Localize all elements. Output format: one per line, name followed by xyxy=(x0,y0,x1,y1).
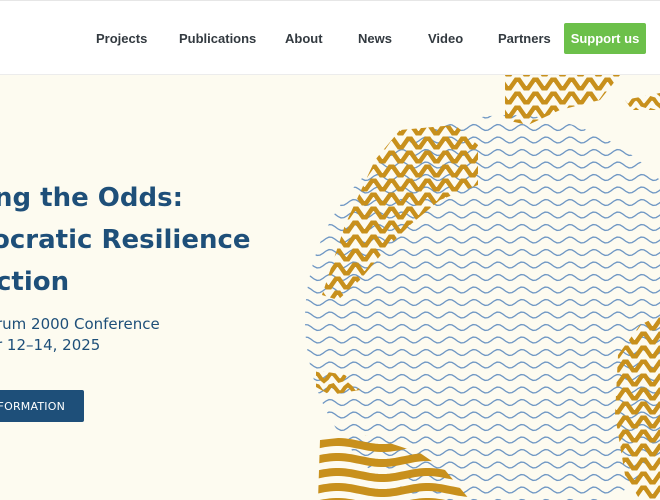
gold-wave-line xyxy=(322,150,478,164)
nav-link-publications[interactable]: Publications xyxy=(179,31,256,46)
more-information-button[interactable]: NFORMATION xyxy=(0,390,84,422)
gold-wave-line xyxy=(625,107,660,110)
gold-wave-line xyxy=(505,91,620,105)
blue-wave-line xyxy=(305,115,660,119)
gold-wave-line xyxy=(300,111,660,120)
gold-wave-patch xyxy=(318,435,470,500)
support-us-button[interactable]: Support us xyxy=(564,23,646,54)
blue-wave-line xyxy=(305,336,660,344)
hero-subtitle-line-2: r 12–14, 2025 xyxy=(0,336,101,354)
gold-wave-line xyxy=(615,315,660,317)
hero-title-line-2: ocratic Resilience xyxy=(0,225,251,255)
gold-wave-line xyxy=(322,262,478,276)
page: Projects Publications About News Video P… xyxy=(0,0,660,500)
hero-subtitle-line-1: rum 2000 Conference xyxy=(0,315,160,333)
blue-wave-line xyxy=(305,148,660,157)
gold-wave-patch xyxy=(505,75,620,125)
blue-wave-line xyxy=(305,186,660,194)
blue-wave-line xyxy=(305,311,660,319)
blue-wave-line xyxy=(305,136,660,144)
blue-wave-line xyxy=(305,323,660,332)
blue-wave-line xyxy=(305,261,660,269)
gold-wave-line xyxy=(322,206,478,220)
hero-banner: ng the Odds: ocratic Resilience ction ru… xyxy=(0,75,660,500)
wave-pattern-illustration xyxy=(290,75,660,500)
gold-wave-line xyxy=(318,453,470,467)
gold-wave-line xyxy=(615,359,660,373)
nav-link-video[interactable]: Video xyxy=(428,31,463,46)
nav-link-partners[interactable]: Partners xyxy=(498,31,551,46)
blue-wave-line xyxy=(305,123,660,132)
blue-wave-line xyxy=(305,198,660,207)
nav-link-news[interactable]: News xyxy=(358,31,392,46)
gold-wave-line xyxy=(316,382,360,395)
blue-wave-line xyxy=(305,461,660,469)
blue-wave-line xyxy=(305,348,660,357)
gold-wave-line xyxy=(505,77,620,91)
blue-wave-line xyxy=(305,248,660,257)
gold-wave-line xyxy=(322,125,478,136)
gold-wave-line xyxy=(322,178,478,192)
blue-wave-line xyxy=(305,211,660,219)
blue-wave-line xyxy=(305,236,660,244)
gold-wave-patch xyxy=(625,93,660,110)
gold-wave-line xyxy=(505,119,620,125)
site-header: Projects Publications About News Video P… xyxy=(0,0,660,75)
gold-wave-line xyxy=(625,93,660,97)
gold-wave-line xyxy=(505,105,620,119)
blue-wave-line xyxy=(305,298,660,307)
blue-wave-line xyxy=(305,423,660,432)
blue-wave-line xyxy=(305,411,660,419)
gold-wave-line xyxy=(615,429,660,443)
nav-link-projects[interactable]: Projects xyxy=(96,31,147,46)
gold-wave-line xyxy=(625,95,660,109)
gold-wave-patch xyxy=(300,111,660,316)
gold-wave-line xyxy=(300,307,660,316)
nav-link-about[interactable]: About xyxy=(285,31,323,46)
blue-wave-line xyxy=(305,398,660,407)
blue-wave-line xyxy=(305,361,660,369)
hero-title-line-1: ng the Odds: xyxy=(0,183,183,213)
gold-wave-line xyxy=(615,331,660,345)
gold-wave-line xyxy=(322,234,478,248)
blue-wave-line xyxy=(290,100,660,106)
hero-title-line-3: ction xyxy=(0,267,70,297)
